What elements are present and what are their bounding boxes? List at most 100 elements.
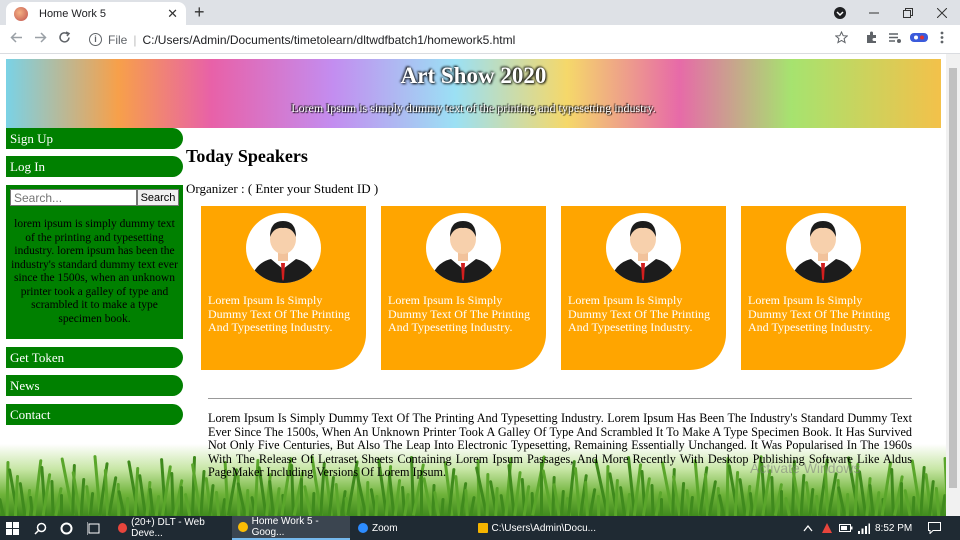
grass-blade [440, 497, 445, 516]
grass-blade [494, 486, 499, 516]
grass-blade [60, 494, 63, 516]
profile-menu-icon[interactable] [824, 0, 856, 25]
address-prefix: File [108, 32, 128, 47]
grass-blade [148, 487, 155, 516]
grass-blade [88, 491, 95, 516]
grass-blade [650, 483, 655, 516]
tab-bar: Home Work 5 ✕ + [0, 0, 960, 25]
art-show-banner: Art Show 2020 Lorem Ipsum is simply dumm… [6, 59, 941, 128]
grass-blade [588, 487, 597, 516]
grass-blade [327, 475, 336, 516]
bookmark-star-icon[interactable] [834, 30, 849, 47]
grass-blade [560, 489, 565, 516]
clock-text[interactable]: 8:52 PM [875, 516, 912, 540]
taskbar-app-explorer[interactable]: C:\Users\Admin\Docu... [472, 516, 596, 540]
speaker-card: Lorem Ipsum Is Simply Dummy Text Of The … [201, 206, 366, 370]
grass-blade [934, 486, 941, 516]
address-separator: | [133, 32, 137, 47]
sidebar-blurb: lorem ipsum is simply dummy text of the … [11, 218, 178, 325]
grass-blade [464, 488, 469, 516]
sidebar-search-box: Search lorem ipsum is simply dummy text … [6, 185, 183, 339]
grass-blade [584, 480, 589, 516]
grass-blade [311, 491, 316, 516]
grass-blade [679, 481, 686, 516]
extensions-icon[interactable] [865, 31, 878, 47]
search-button[interactable]: Search [137, 189, 179, 206]
tab-close-icon[interactable]: ✕ [167, 6, 178, 22]
menu-kebab-icon[interactable] [940, 31, 944, 47]
page-scrollbar[interactable] [946, 54, 960, 516]
grass-blade [303, 484, 312, 516]
taskbar-app-zoom[interactable]: Zoom [352, 516, 470, 540]
browser-tab[interactable]: Home Work 5 ✕ [6, 2, 186, 25]
grass-blade [868, 483, 875, 516]
banner-subtitle: Lorem Ipsum is simply dummy text of the … [291, 101, 656, 115]
log-in-button[interactable]: Log In [6, 156, 183, 177]
speaker-card: Lorem Ipsum Is Simply Dummy Text Of The … [561, 206, 726, 370]
speaker-card-text: Lorem Ipsum Is Simply Dummy Text Of The … [748, 293, 891, 334]
taskbar-app-chrome-dlt[interactable]: (20+) DLT - Web Deve... [112, 516, 230, 540]
grass-blade [125, 496, 130, 516]
organizer-text: Organizer : ( Enter your Student ID ) [186, 181, 379, 196]
windows-taskbar: (20+) DLT - Web Deve... Home Work 5 - Go… [0, 516, 960, 540]
speaker-avatar-icon [786, 213, 861, 283]
grass-blade [79, 477, 86, 516]
speaker-card: Lorem Ipsum Is Simply Dummy Text Of The … [381, 206, 546, 370]
speaker-card-text: Lorem Ipsum Is Simply Dummy Text Of The … [388, 293, 531, 334]
grass-blade [900, 482, 903, 516]
grass-blade [928, 479, 935, 516]
reload-icon[interactable] [58, 31, 71, 47]
grass-blade [784, 496, 791, 516]
restore-icon[interactable] [892, 0, 924, 25]
network-icon[interactable] [858, 516, 870, 540]
tray-app-icon[interactable] [821, 516, 833, 540]
speaker-card-text: Lorem Ipsum Is Simply Dummy Text Of The … [208, 293, 351, 334]
grass-blade [300, 478, 303, 516]
chrome-icon [238, 522, 248, 532]
address-bar[interactable]: i File | C:/Users/Admin/Documents/timeto… [82, 28, 862, 51]
grass-blade [618, 485, 627, 516]
get-token-button[interactable]: Get Token [6, 347, 183, 368]
taskbar-app-label: C:\Users\Admin\Docu... [491, 522, 596, 534]
speaker-avatar-icon [246, 213, 321, 283]
banner-title: Art Show 2020 [400, 63, 547, 88]
contact-button[interactable]: Contact [6, 404, 183, 425]
tray-chevron-icon[interactable] [803, 516, 813, 540]
grass-blade [393, 478, 402, 516]
battery-icon[interactable] [839, 516, 853, 540]
news-button[interactable]: News [6, 375, 183, 396]
taskbar-app-label: (20+) DLT - Web Deve... [131, 517, 205, 539]
folder-icon [478, 523, 488, 533]
taskbar-app-label: Zoom [372, 522, 398, 534]
grass-blade [0, 497, 5, 516]
scrollbar-thumb[interactable] [949, 68, 957, 488]
reading-list-icon[interactable] [888, 31, 902, 47]
close-window-icon[interactable] [926, 0, 958, 25]
site-info-icon[interactable]: i [89, 33, 102, 46]
notifications-icon[interactable] [928, 516, 941, 540]
back-icon[interactable] [10, 31, 23, 47]
windows-start-icon[interactable] [6, 516, 19, 540]
url-text[interactable]: C:/Users/Admin/Documents/timetolearn/dlt… [142, 33, 515, 47]
grass-blade [334, 482, 341, 516]
cortana-icon[interactable] [60, 516, 73, 540]
speaker-card-text: Lorem Ipsum Is Simply Dummy Text Of The … [568, 293, 711, 334]
task-view-icon[interactable] [87, 516, 101, 540]
grass-blade [154, 494, 161, 516]
grass-blade [911, 495, 916, 516]
taskbar-app-chrome-homework[interactable]: Home Work 5 - Goog... [232, 516, 350, 540]
forward-icon[interactable] [34, 31, 47, 47]
search-input[interactable] [10, 189, 137, 206]
sign-up-button[interactable]: Sign Up [6, 128, 183, 149]
new-tab-button[interactable]: + [194, 2, 205, 23]
search-icon[interactable] [34, 516, 47, 540]
grass-blade [874, 490, 881, 516]
chrome-icon [118, 523, 128, 533]
clock-label: 8:52 PM [875, 522, 913, 534]
grass-blade [808, 487, 815, 516]
extension-badge-icon[interactable] [910, 31, 928, 47]
minimize-icon[interactable] [858, 0, 890, 25]
grass-blade [614, 478, 619, 516]
grass-blade [845, 492, 850, 516]
web-page: Art Show 2020 Lorem Ipsum is simply dumm… [0, 54, 946, 516]
